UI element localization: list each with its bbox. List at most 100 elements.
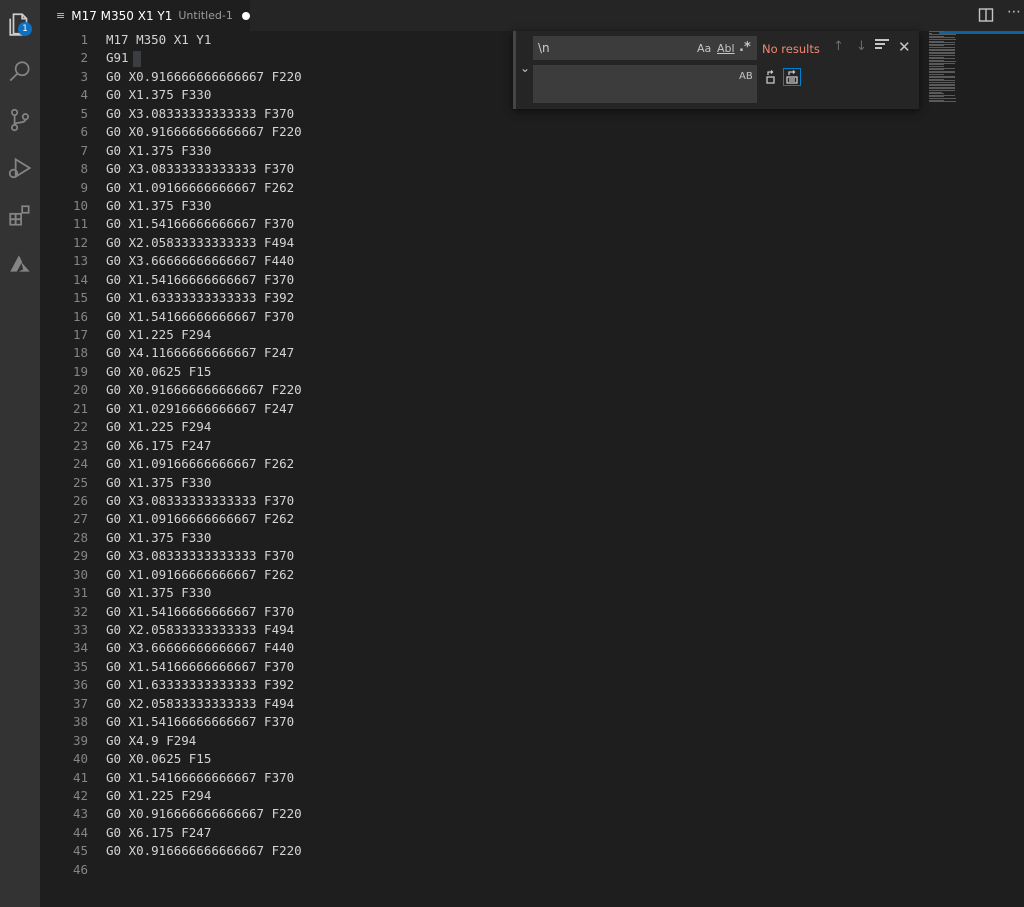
line-number: 27 (72, 511, 88, 527)
match-case-icon[interactable]: Aa (697, 42, 711, 55)
previous-match-icon[interactable]: ↑ (833, 39, 844, 54)
replace-icon[interactable] (763, 69, 779, 85)
code-line[interactable]: G0 X3.66666666666667 F440 (106, 639, 934, 657)
code-area[interactable]: M17 M350 X1 Y1 G91 G0 X0.916666666666667 F… (106, 31, 934, 879)
code-line[interactable]: G0 X0.0625 F15 (106, 750, 934, 768)
code-line-text: G0 X1.375 F330 (106, 87, 212, 103)
code-line-text: G0 X0.0625 F15 (106, 363, 212, 379)
replace-input[interactable] (533, 65, 757, 103)
code-line[interactable]: G0 X0.916666666666667 F220 (106, 805, 934, 823)
find-status: No results (762, 42, 820, 56)
code-line[interactable]: G0 X6.175 F247 (106, 437, 934, 455)
code-line[interactable]: G0 X1.09166666666667 F262 (106, 510, 934, 528)
code-line[interactable]: G0 X6.175 F247 (106, 824, 934, 842)
tab-description: Untitled-1 (178, 9, 233, 22)
code-line[interactable]: G0 X1.63333333333333 F392 (106, 289, 934, 307)
explorer-badge: 1 (18, 22, 32, 36)
code-line[interactable]: G0 X1.54166666666667 F370 (106, 769, 934, 787)
code-line-text: G0 X1.54166666666667 F370 (106, 714, 295, 730)
toggle-replace[interactable]: ⌄ (513, 31, 531, 109)
code-line[interactable]: G0 X1.09166666666667 F262 (106, 179, 934, 197)
unsaved-dot-icon[interactable] (241, 11, 250, 20)
code-line[interactable]: G0 X0.916666666666667 F220 (106, 123, 934, 141)
code-line-text: G0 X6.175 F247 (106, 437, 212, 453)
code-line[interactable] (106, 861, 934, 879)
code-line[interactable]: G0 X1.54166666666667 F370 (106, 308, 934, 326)
find-input-value: \n (538, 41, 550, 55)
code-line[interactable]: G0 X1.63333333333333 F392 (106, 676, 934, 694)
code-line[interactable]: G0 X0.0625 F15 (106, 363, 934, 381)
code-line-text: G0 X0.916666666666667 F220 (106, 806, 302, 822)
code-line-text: G0 X3.08333333333333 F370 (106, 492, 295, 508)
code-line[interactable]: G0 X1.225 F294 (106, 418, 934, 436)
code-line[interactable]: G0 X4.9 F294 (106, 732, 934, 750)
code-line[interactable]: G0 X1.09166666666667 F262 (106, 455, 934, 473)
code-line-text: G0 X3.66666666666667 F440 (106, 640, 295, 656)
line-number: 23 (72, 437, 88, 453)
line-number: 1 (80, 32, 88, 47)
code-line-text: G0 X3.08333333333333 F370 (106, 548, 295, 564)
search-icon[interactable] (0, 48, 40, 96)
code-line[interactable]: G0 X2.05833333333333 F494 (106, 621, 934, 639)
azure-icon[interactable] (0, 240, 40, 288)
code-line[interactable]: G0 X2.05833333333333 F494 (106, 234, 934, 252)
code-line[interactable]: G0 X1.54166666666667 F370 (106, 603, 934, 621)
more-actions-icon[interactable]: ⋯ (1007, 4, 1022, 20)
code-line[interactable]: G0 X0.916666666666667 F220 (106, 381, 934, 399)
chevron-down-icon[interactable]: ⌄ (520, 61, 530, 75)
code-line[interactable]: G0 X1.375 F330 (106, 529, 934, 547)
code-line[interactable]: G0 X3.08333333333333 F370 (106, 492, 934, 510)
tab-untitled-1[interactable]: ≡ M17 M350 X1 Y1 Untitled-1 (40, 0, 250, 31)
editor[interactable]: 1 2 3 4 5 6 7 8 9 10 11 12 13 14 15 16 17 18 19 20 21 22 23 24 2… (40, 31, 1024, 907)
code-line-text: G0 X1.225 F294 (106, 419, 212, 435)
regex-icon[interactable]: .* (739, 40, 751, 55)
code-line-text: G0 X1.54166666666667 F370 (106, 658, 295, 674)
code-line[interactable]: G0 X1.375 F330 (106, 142, 934, 160)
line-number: 35 (72, 658, 88, 674)
code-line[interactable]: G0 X1.54166666666667 F370 (106, 658, 934, 676)
run-debug-icon[interactable] (0, 144, 40, 192)
line-number: 33 (72, 622, 88, 637)
line-number: 15 (72, 290, 88, 306)
code-line[interactable]: G0 X1.225 F294 (106, 787, 934, 805)
code-line[interactable]: G0 X4.11666666666667 F247 (106, 344, 934, 362)
code-line-text: G0 X1.54166666666667 F370 (106, 216, 295, 232)
code-line[interactable]: G0 X1.375 F330 (106, 197, 934, 215)
code-line[interactable]: G0 X1.375 F330 (106, 584, 934, 602)
code-line[interactable]: G0 X1.09166666666667 F262 (106, 566, 934, 584)
code-line-text: G0 X4.9 F294 (106, 732, 197, 748)
explorer-icon[interactable]: 1 (0, 0, 40, 48)
next-match-icon[interactable]: ↓ (856, 39, 867, 54)
line-number: 18 (72, 345, 88, 361)
code-line[interactable]: G0 X0.916666666666667 F220 (106, 842, 934, 860)
preserve-case-icon[interactable]: AB (739, 71, 753, 82)
code-line[interactable]: G0 X1.54166666666667 F370 (106, 215, 934, 233)
code-line-text: G0 X1.09166666666667 F262 (106, 566, 295, 582)
find-in-selection-icon[interactable] (875, 39, 889, 51)
code-line[interactable]: G0 X3.08333333333333 F370 (106, 160, 934, 178)
close-icon[interactable]: ✕ (898, 38, 911, 56)
code-line[interactable]: G0 X3.08333333333333 F370 (106, 547, 934, 565)
code-line-text: G0 X1.225 F294 (106, 327, 212, 342)
minimap[interactable] (929, 31, 1009, 109)
replace-all-icon[interactable] (783, 68, 801, 86)
whole-word-icon[interactable]: Abl (717, 42, 735, 55)
code-line-text: G0 X2.05833333333333 F494 (106, 234, 295, 250)
code-line[interactable]: G0 X1.375 F330 (106, 474, 934, 492)
split-editor-icon[interactable] (978, 7, 994, 23)
line-number: 36 (72, 677, 88, 693)
line-number: 26 (72, 492, 88, 508)
code-line[interactable]: G0 X1.02916666666667 F247 (106, 400, 934, 418)
code-line[interactable]: G0 X2.05833333333333 F494 (106, 695, 934, 713)
extensions-icon[interactable] (0, 192, 40, 240)
code-line[interactable]: G0 X3.66666666666667 F440 (106, 252, 934, 270)
code-line[interactable]: G0 X1.54166666666667 F370 (106, 271, 934, 289)
source-control-icon[interactable] (0, 96, 40, 144)
line-number: 39 (72, 732, 88, 748)
code-line[interactable]: G0 X1.225 F294 (106, 326, 934, 344)
code-line-text: G0 X1.02916666666667 F247 (106, 400, 295, 416)
code-line-text: G0 X1.375 F330 (106, 529, 212, 545)
activity-bar: 1 (0, 0, 40, 907)
code-line[interactable]: G0 X1.54166666666667 F370 (106, 713, 934, 731)
line-number: 4 (80, 87, 88, 103)
